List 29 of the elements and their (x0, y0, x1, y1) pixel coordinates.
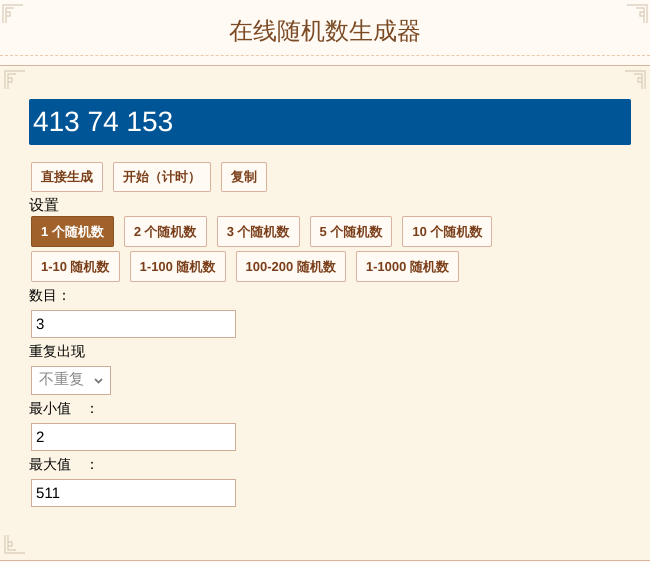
input-field[interactable]: 2 (31, 423, 236, 451)
corner-ornament-icon (2, 4, 24, 24)
action-button[interactable]: 直接生成 (31, 162, 103, 192)
preset-button[interactable]: 1-100 随机数 (130, 251, 226, 282)
preset-button[interactable]: 1 个随机数 (31, 216, 114, 247)
dropdown[interactable]: 不重复 (31, 366, 111, 395)
preset-button[interactable]: 1-1000 随机数 (356, 251, 459, 282)
result-display: 413 74 153 (29, 99, 631, 145)
field-label: 最大值 ： (29, 455, 100, 474)
preset-button[interactable]: 5 个随机数 (310, 216, 392, 247)
preset-button[interactable]: 2 个随机数 (124, 216, 207, 247)
preset-button[interactable]: 100-200 随机数 (236, 251, 346, 282)
corner-ornament-icon (4, 70, 26, 90)
action-button[interactable]: 复制 (221, 162, 267, 192)
preset-button[interactable]: 10 个随机数 (402, 216, 492, 247)
field-label: 数目： (29, 286, 72, 305)
field-label: 最小值 ： (29, 399, 100, 418)
preset-button[interactable]: 1-10 随机数 (31, 251, 120, 282)
corner-ornament-icon (624, 70, 646, 90)
corner-ornament-icon (626, 4, 648, 24)
input-field[interactable]: 511 (31, 479, 236, 507)
page-title: 在线随机数生成器 (229, 16, 421, 46)
chevron-down-icon (94, 378, 103, 384)
field-label: 重复出现 (29, 342, 86, 361)
input-field[interactable]: 3 (31, 310, 236, 338)
preset-button[interactable]: 3 个随机数 (216, 216, 300, 247)
section-label: 设置 (29, 196, 60, 216)
action-button[interactable]: 开始（计时） (113, 162, 211, 192)
corner-ornament-icon (4, 534, 26, 554)
